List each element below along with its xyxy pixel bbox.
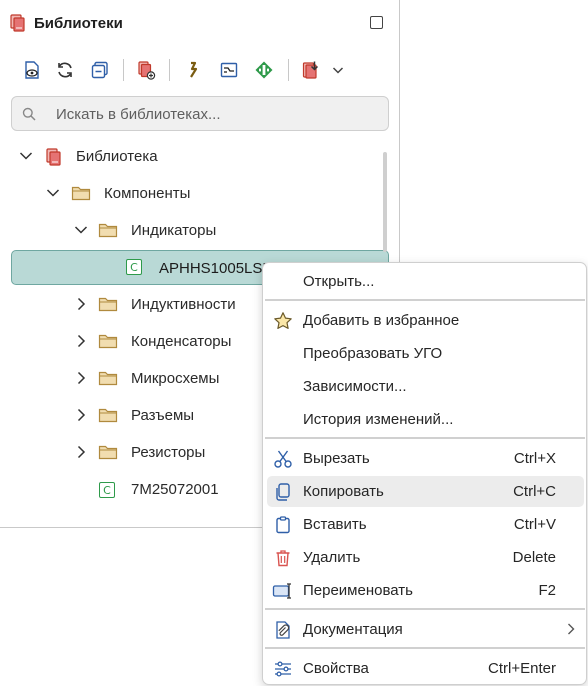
copy-icon bbox=[272, 481, 294, 503]
chevron-right-icon bbox=[566, 622, 576, 641]
folder-icon bbox=[98, 369, 118, 392]
chevron-right-icon[interactable] bbox=[74, 445, 88, 459]
panel-header: Библиотеки bbox=[0, 0, 399, 46]
menu-item-label: Открыть... bbox=[303, 273, 375, 290]
menu-item-dependencies[interactable]: Зависимости... bbox=[267, 371, 584, 402]
panel-title: Библиотеки bbox=[34, 15, 123, 32]
tree-node-label: Микросхемы bbox=[131, 370, 220, 387]
component-icon: C bbox=[126, 259, 142, 275]
tree-node-label: 7M25072001 bbox=[131, 481, 219, 498]
chevron-right-icon[interactable] bbox=[74, 371, 88, 385]
menu-item-label: Переименовать bbox=[303, 582, 413, 599]
tree-node-label: Индуктивности bbox=[131, 296, 236, 313]
toolbar bbox=[0, 52, 399, 88]
folder-icon bbox=[98, 295, 118, 318]
folder-icon bbox=[71, 184, 91, 207]
menu-item-delete[interactable]: Удалить Delete bbox=[267, 542, 584, 573]
folder-icon bbox=[98, 332, 118, 355]
new-library-icon[interactable] bbox=[134, 58, 158, 82]
link-icon[interactable] bbox=[181, 58, 205, 82]
menu-item-label: История изменений... bbox=[303, 411, 454, 428]
chevron-down-icon[interactable] bbox=[74, 223, 88, 237]
menu-item-history[interactable]: История изменений... bbox=[267, 404, 584, 435]
chevron-right-icon[interactable] bbox=[74, 334, 88, 348]
tree-node-label: Разъемы bbox=[131, 407, 195, 424]
dropdown-chevron-icon[interactable] bbox=[326, 58, 350, 82]
tree-scrollbar[interactable] bbox=[383, 152, 387, 252]
menu-separator bbox=[265, 608, 585, 610]
library-icon bbox=[8, 13, 28, 38]
search-box[interactable] bbox=[11, 96, 389, 131]
schematic-icon[interactable] bbox=[217, 58, 241, 82]
import-icon[interactable] bbox=[299, 58, 323, 82]
collapse-all-icon[interactable] bbox=[88, 58, 112, 82]
tree-node-label: Библиотека bbox=[76, 148, 158, 165]
menu-item-label: Удалить bbox=[303, 549, 361, 566]
library-icon bbox=[44, 147, 64, 172]
menu-item-label: Свойства bbox=[303, 660, 369, 677]
folder-icon bbox=[98, 221, 118, 244]
menu-item-label: Документация bbox=[303, 621, 403, 638]
view-document-icon[interactable] bbox=[20, 58, 44, 82]
clipboard-icon bbox=[272, 514, 294, 536]
menu-item-add-favorite[interactable]: Добавить в избранное bbox=[267, 305, 584, 336]
search-icon bbox=[22, 107, 36, 126]
chevron-down-icon[interactable] bbox=[19, 149, 33, 163]
chevron-right-icon[interactable] bbox=[74, 297, 88, 311]
menu-item-documentation[interactable]: Документация bbox=[267, 614, 584, 645]
tree-node-label: Резисторы bbox=[131, 444, 206, 461]
tree-node-label: Конденсаторы bbox=[131, 333, 232, 350]
menu-item-copy[interactable]: Копировать Ctrl+C bbox=[267, 476, 584, 507]
menu-item-shortcut: Ctrl+X bbox=[513, 450, 556, 467]
component-icon: C bbox=[99, 482, 115, 498]
menu-item-shortcut: Ctrl+C bbox=[513, 483, 556, 500]
folder-icon bbox=[98, 443, 118, 466]
sliders-icon bbox=[272, 658, 294, 680]
tree-node-label: Компоненты bbox=[104, 185, 191, 202]
menu-item-shortcut: Ctrl+V bbox=[513, 516, 556, 533]
component-editor-icon[interactable] bbox=[252, 58, 276, 82]
maximize-button[interactable] bbox=[370, 16, 383, 29]
chevron-down-icon[interactable] bbox=[46, 186, 60, 200]
menu-item-label: Добавить в избранное bbox=[303, 312, 460, 329]
menu-separator bbox=[265, 299, 585, 301]
menu-item-label: Вставить bbox=[303, 516, 367, 533]
star-icon bbox=[272, 310, 294, 332]
menu-item-shortcut: Delete bbox=[512, 549, 556, 566]
menu-item-rename[interactable]: Переименовать F2 bbox=[267, 575, 584, 606]
menu-separator bbox=[265, 437, 585, 439]
folder-icon bbox=[98, 406, 118, 429]
menu-item-properties[interactable]: Свойства Ctrl+Enter bbox=[267, 653, 584, 684]
tree-node-components[interactable]: Компоненты bbox=[0, 178, 390, 208]
tree-node-library[interactable]: Библиотека bbox=[0, 141, 390, 171]
menu-item-label: Зависимости... bbox=[303, 378, 407, 395]
menu-item-convert-ugo[interactable]: Преобразовать УГО bbox=[267, 338, 584, 369]
menu-item-open[interactable]: Открыть... bbox=[267, 266, 584, 297]
menu-item-label: Вырезать bbox=[303, 450, 370, 467]
refresh-icon[interactable] bbox=[53, 58, 77, 82]
tree-node-indicators[interactable]: Индикаторы bbox=[0, 215, 390, 245]
chevron-right-icon[interactable] bbox=[74, 408, 88, 422]
scissors-icon bbox=[272, 448, 294, 470]
context-menu: Открыть... Добавить в избранное Преобраз… bbox=[262, 262, 587, 685]
menu-item-paste[interactable]: Вставить Ctrl+V bbox=[267, 509, 584, 540]
menu-item-cut[interactable]: Вырезать Ctrl+X bbox=[267, 443, 584, 474]
search-input[interactable] bbox=[56, 103, 376, 125]
menu-item-label: Копировать bbox=[303, 483, 384, 500]
menu-item-shortcut: F2 bbox=[538, 582, 556, 599]
menu-item-shortcut: Ctrl+Enter bbox=[488, 660, 556, 677]
menu-separator bbox=[265, 647, 585, 649]
rename-icon bbox=[272, 580, 294, 602]
menu-item-label: Преобразовать УГО bbox=[303, 345, 443, 362]
attachment-icon bbox=[272, 619, 294, 641]
tree-node-label: Индикаторы bbox=[131, 222, 217, 239]
trash-icon bbox=[272, 547, 294, 569]
